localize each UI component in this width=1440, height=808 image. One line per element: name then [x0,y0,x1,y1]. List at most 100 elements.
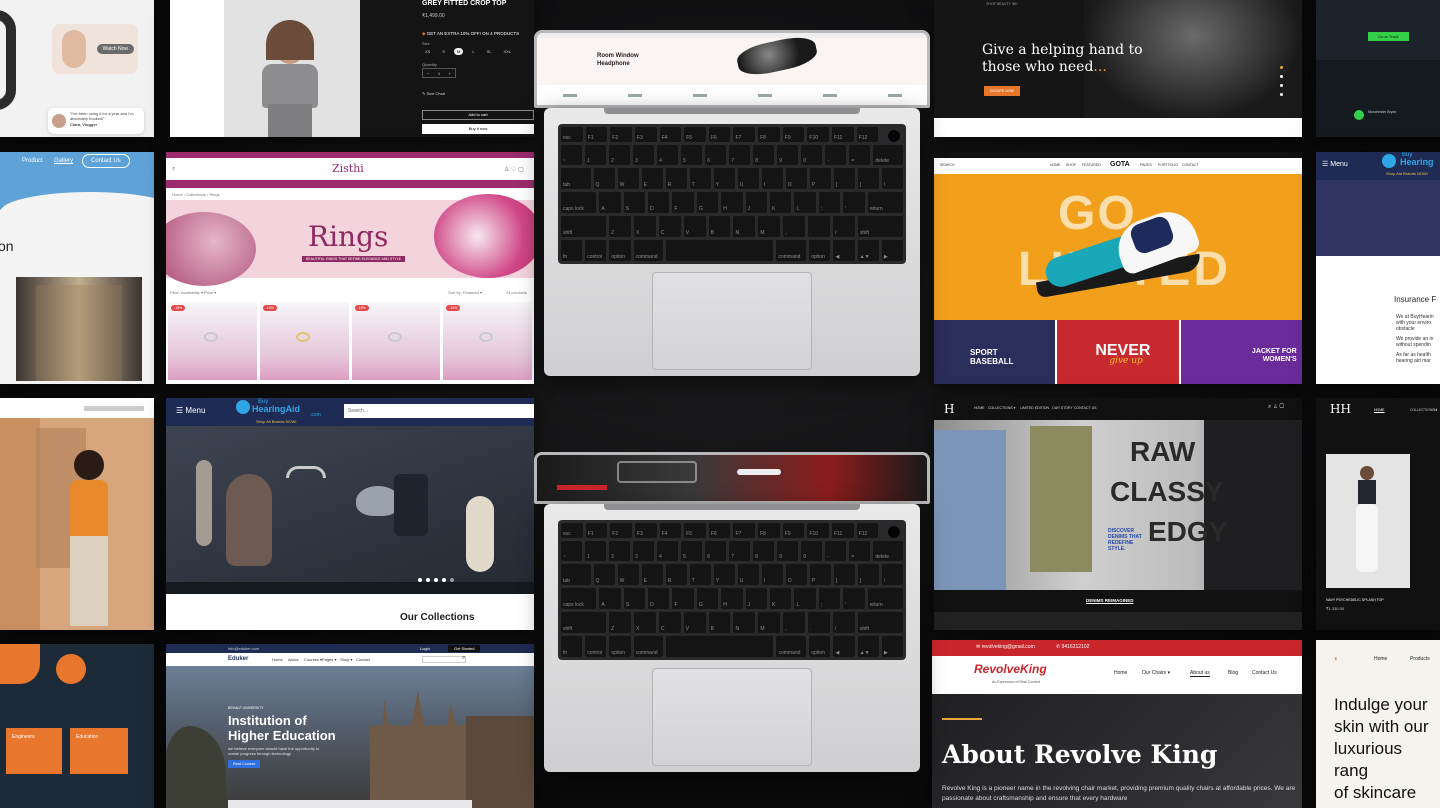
search-icon[interactable]: ⌕ ♙ ▢ [1268,404,1284,411]
key[interactable]: 3 [633,540,655,562]
nav-more[interactable]: LI [1434,408,1437,412]
key[interactable]: X [633,612,656,634]
nav-contact[interactable]: CONTACT [1182,163,1199,167]
search-icon[interactable]: ⌕ [172,166,175,173]
key[interactable]: F7 [733,523,756,538]
key[interactable]: F4 [659,523,682,538]
search-link[interactable]: SEARCH [940,163,955,167]
key[interactable]: control [585,636,607,657]
key[interactable]: ~ [561,144,583,166]
watch-now-button[interactable]: Watch Now [96,44,134,54]
key[interactable]: M [758,216,781,238]
key[interactable]: F4 [659,127,682,142]
quantity-stepper[interactable]: −1 + [422,68,456,78]
nav-about-us[interactable]: About us [1190,670,1210,677]
key[interactable]: - [825,144,847,166]
buy-now-button[interactable]: Buy it now [422,124,534,134]
key[interactable]: P [809,168,831,190]
key[interactable]: K [770,588,792,610]
key[interactable]: F1 [585,127,608,142]
key[interactable]: , [783,216,806,238]
key[interactable]: = [849,144,871,166]
keyboard[interactable]: esc F1 F2 F3 F4 F5 F6 F7 F8 F9 F10 F11 F12 ~1 2 3 4 5 6 7 8 9… [558,124,906,264]
nav-pages[interactable]: Pages ▾ [322,657,336,662]
key[interactable]: 3 [633,144,655,166]
card-sport-baseball[interactable]: SPORT BASEBALL [934,320,1056,384]
search-input[interactable]: Search... [344,404,534,418]
key[interactable]: caps lock [561,588,597,610]
key[interactable]: I [761,564,783,586]
key[interactable]: J [745,192,768,214]
key[interactable]: F5 [684,523,706,538]
card-engineers[interactable]: Engineers [6,728,62,774]
denims-reimagined-link[interactable]: DENIMS REIMAGINED [1086,598,1134,603]
key[interactable]: H [721,192,743,214]
key[interactable]: 5 [681,144,703,166]
key[interactable]: tab [561,564,591,586]
key[interactable]: ; [818,192,841,214]
key[interactable]: [ [833,168,855,190]
key[interactable]: D [648,588,670,610]
key[interactable]: V [683,612,706,634]
key[interactable]: 4 [657,540,679,562]
key[interactable]: L [794,588,816,610]
key[interactable]: ◀ [833,636,855,657]
nav-home[interactable]: Home [1114,670,1127,676]
key[interactable]: - [825,540,847,562]
key[interactable]: ▶ [881,240,903,261]
key[interactable]: E [641,168,663,190]
trackpad[interactable] [652,272,812,370]
key[interactable]: F10 [807,127,830,142]
key[interactable]: P [809,564,831,586]
contact-us-button[interactable]: Contact Us [82,154,130,168]
key[interactable]: delete [873,144,903,166]
go-to-track-button[interactable]: Go to Track [1368,32,1409,41]
nav-courses[interactable]: Courses ▾ [304,657,322,662]
key[interactable]: Z [609,216,631,238]
key[interactable]: ] [857,168,879,190]
key[interactable]: ' [843,588,865,610]
card-education[interactable]: Education [70,728,128,774]
nav-product[interactable]: Product [22,158,43,164]
key[interactable]: F2 [610,523,632,538]
key[interactable]: S [623,192,646,214]
key[interactable]: option [809,240,831,261]
key[interactable]: R [665,168,687,190]
nav-contact[interactable]: Contact [356,657,370,662]
key[interactable]: I [761,168,783,190]
key[interactable]: U [737,168,759,190]
menu-button[interactable]: ☰ Menu [176,406,205,415]
key[interactable]: shift [857,612,903,634]
key[interactable]: R [665,564,687,586]
key[interactable]: F7 [733,127,756,142]
key[interactable]: 9 [777,540,799,562]
key[interactable]: command [633,636,664,657]
key[interactable]: A [599,588,621,610]
logo-icon[interactable]: ◐ [1334,654,1339,663]
menu-button[interactable]: ☰ Menu [1322,160,1348,168]
nav-limited-edition[interactable]: LIMITED EDITION [1020,406,1049,410]
video-card[interactable]: Watch Now [52,24,138,74]
key[interactable]: 5 [681,540,703,562]
brand-logo[interactable]: HH [1330,402,1351,416]
key[interactable]: option [609,240,631,261]
power-button-icon[interactable] [887,130,900,142]
key[interactable]: F9 [782,127,805,142]
product-card[interactable]: -15% [168,302,257,380]
key[interactable]: F11 [832,127,854,142]
nav-portfolio[interactable]: PORTFOLIO [1158,163,1178,167]
key[interactable]: Y [713,168,735,190]
key[interactable]: F12 [856,523,879,538]
donate-button[interactable]: DONATE NOW [984,86,1020,96]
slider-dots[interactable] [1280,66,1283,96]
key[interactable]: ▲▼ [857,240,879,261]
key[interactable]: J [745,588,768,610]
key[interactable] [881,127,903,142]
size-m[interactable]: M [454,48,464,55]
key[interactable]: F6 [708,523,731,538]
brand-logo[interactable]: Zisthi [332,162,364,175]
key[interactable]: / [832,612,855,634]
size-xs[interactable]: XS [422,48,433,55]
key[interactable] [881,523,903,538]
nav-collections[interactable]: COLLECTIONS ▾ [988,406,1015,410]
